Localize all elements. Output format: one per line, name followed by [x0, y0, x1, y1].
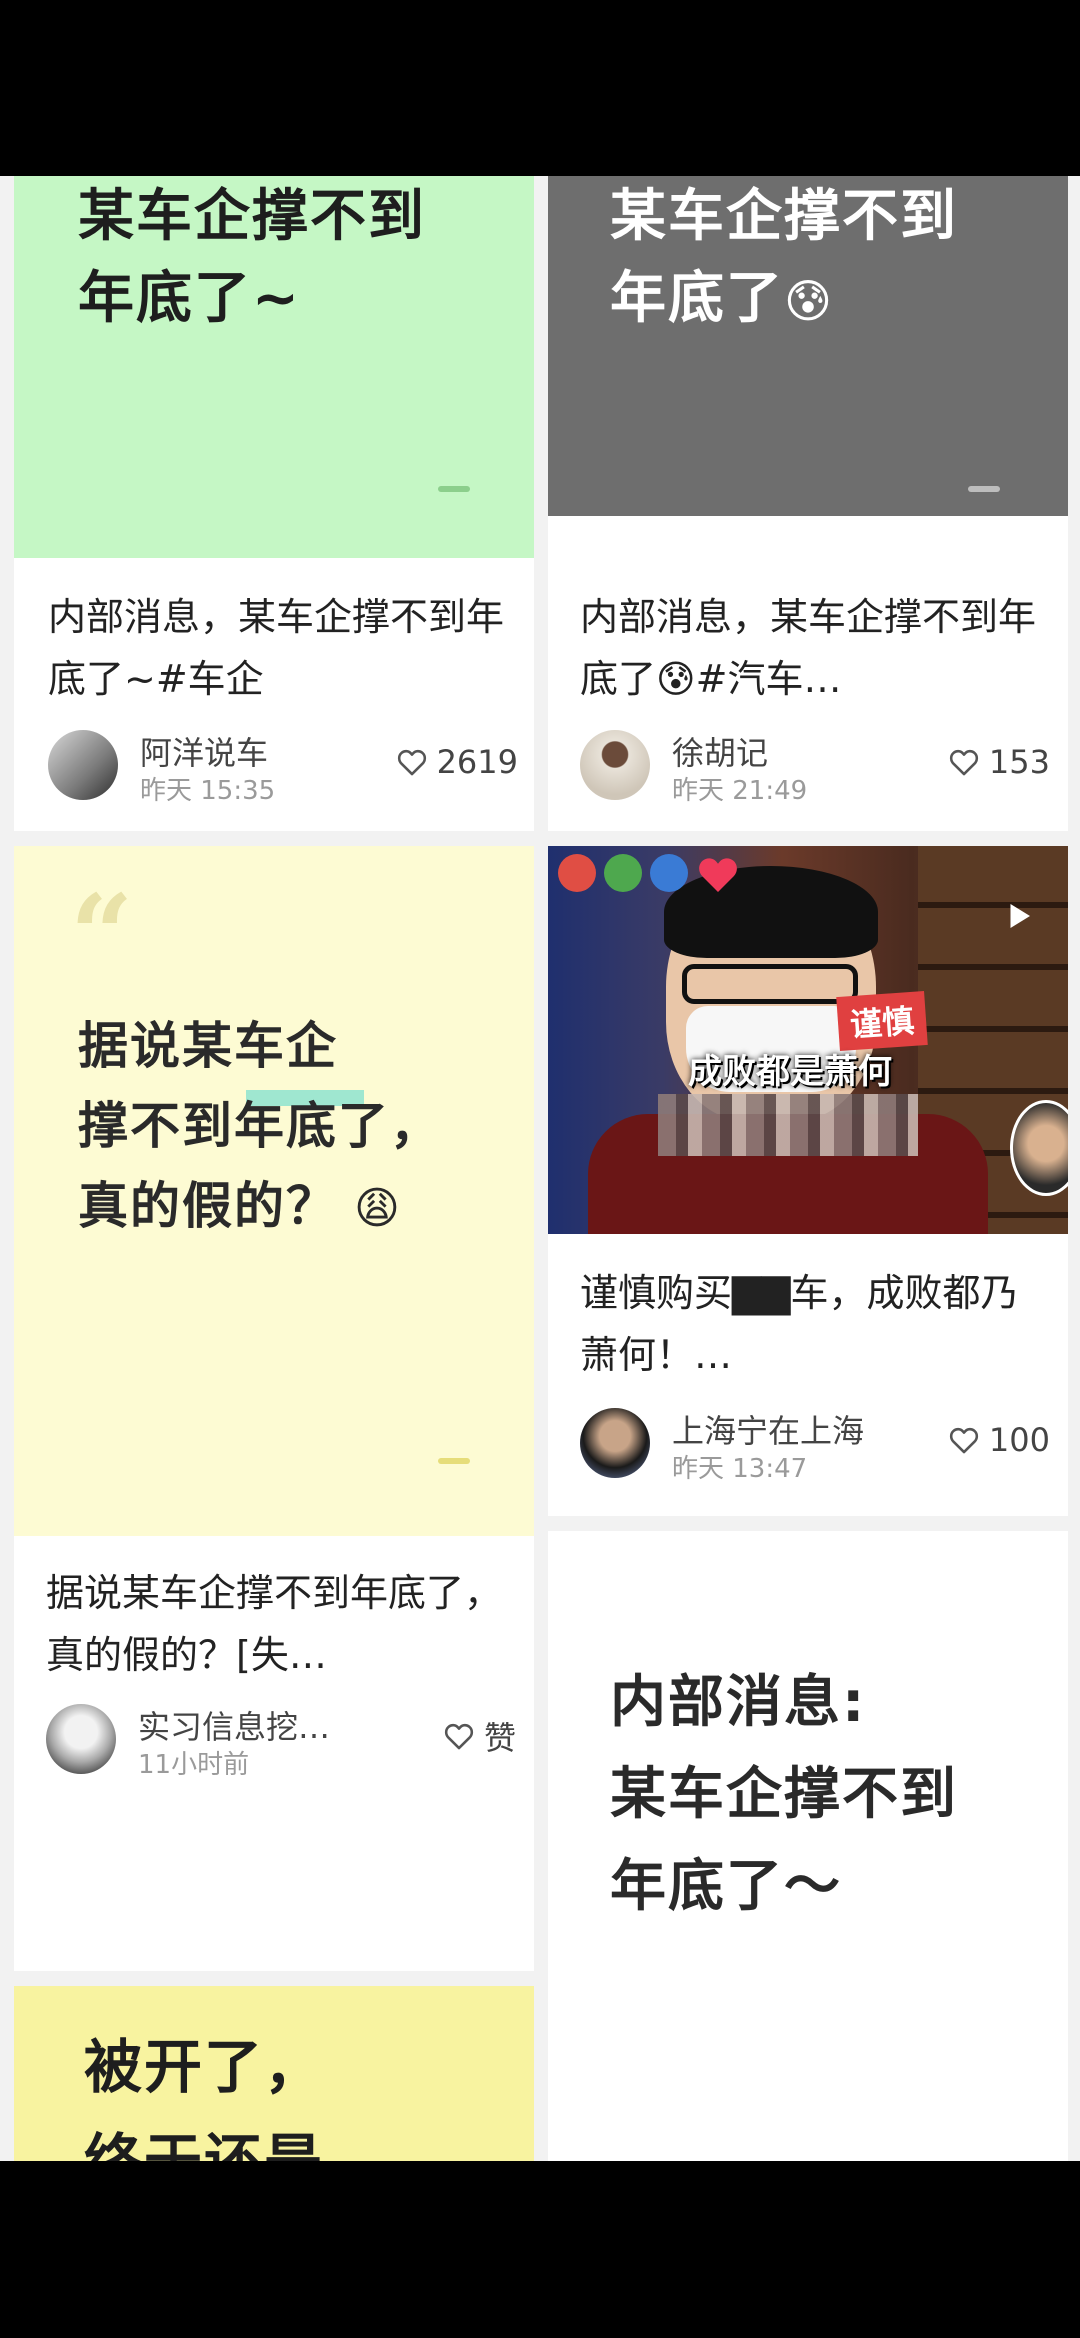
- glasses: [682, 964, 858, 1004]
- like-button[interactable]: 100: [947, 1420, 1050, 1460]
- navigation-icon: [604, 854, 642, 892]
- post-card[interactable]: 某车企撑不到 年底了~ 内部消息，某车企撑不到年底了~#车企 阿洋说车 昨天 1…: [14, 176, 534, 831]
- author-name[interactable]: 徐胡记: [672, 728, 768, 774]
- post-card[interactable]: 内部消息: 某车企撑不到 年底了～: [548, 1531, 1068, 2161]
- heart-icon: [949, 1427, 979, 1454]
- post-card[interactable]: 某车企撑不到 年底了😰 内部消息，某车企撑不到年底了😰#汽车… 徐胡记 昨天 2…: [548, 176, 1068, 831]
- author-name[interactable]: 阿洋说车: [140, 728, 268, 774]
- like-button[interactable]: 153: [947, 742, 1050, 782]
- location-icon: [558, 854, 596, 892]
- like-count: 100: [988, 1421, 1050, 1459]
- avatar[interactable]: [580, 1408, 650, 1478]
- like-button[interactable]: 赞: [442, 1716, 516, 1757]
- heart-sticker-icon: [699, 858, 737, 892]
- heart-icon: [949, 749, 979, 776]
- anxious-face-icon: 😰: [784, 274, 834, 328]
- post-cover[interactable]: 被开了， 终于还是 撑不到年底: [14, 1986, 534, 2161]
- post-title[interactable]: 内部消息，某车企撑不到年底了~#车企: [48, 586, 518, 710]
- post-card[interactable]: 谨慎 成败都是萧何 谨慎购买▇▇车，成败都乃萧何！… 上海宁在上海 昨天 13:…: [548, 846, 1068, 1516]
- like-count: 153: [988, 743, 1050, 781]
- avatar[interactable]: [580, 730, 650, 800]
- like-count: 2619: [436, 743, 518, 781]
- cover-text[interactable]: 内部消息: 某车企撑不到 年底了～: [610, 1657, 958, 1933]
- heart-icon: [397, 749, 426, 776]
- video-cover[interactable]: 谨慎 成败都是萧何: [548, 846, 1068, 1234]
- author-row[interactable]: 上海宁在上海 昨天 13:47 100: [580, 1402, 1050, 1484]
- post-time: 11小时前: [138, 1750, 250, 1780]
- bottom-bar: [0, 2161, 1080, 2338]
- author-row[interactable]: 实习信息挖… 11小时前 赞: [46, 1698, 516, 1780]
- cover-text: 被开了， 终于还是 撑不到年底: [84, 2033, 325, 2161]
- video-caption: 成败都是萧何: [688, 1052, 892, 1092]
- post-card[interactable]: “ 据说某车企 撑不到年底了， 真的假的？ 😩 据说某车企撑不到年底了，真的假的？…: [14, 846, 534, 1971]
- author-name[interactable]: 上海宁在上海: [672, 1406, 864, 1452]
- post-cover[interactable]: “ 据说某车企 撑不到年底了， 真的假的？ 😩: [14, 846, 534, 1536]
- play-icon[interactable]: [1000, 898, 1036, 934]
- cover-dash: [438, 486, 470, 492]
- cover-text: 据说某车企 撑不到年底了， 真的假的？ 😩: [78, 1006, 442, 1249]
- avatar[interactable]: [48, 730, 118, 800]
- post-cover[interactable]: 某车企撑不到 年底了😰: [548, 176, 1068, 516]
- quote-mark: “: [70, 870, 134, 999]
- cover-text: 某车企撑不到 年底了😰: [610, 176, 958, 342]
- heart-icon: [444, 1723, 474, 1750]
- cover-dash: [968, 486, 1000, 492]
- weary-face-icon: 😩: [354, 1183, 402, 1234]
- post-time: 昨天 15:35: [140, 776, 276, 806]
- avatar[interactable]: [46, 1704, 116, 1774]
- post-title[interactable]: 内部消息，某车企撑不到年底了😰#汽车…: [580, 586, 1050, 710]
- cover-dash: [438, 1458, 470, 1464]
- blurred-region: [658, 1094, 918, 1156]
- post-time: 昨天 13:47: [672, 1454, 808, 1484]
- post-title[interactable]: 据说某车企撑不到年底了，真的假的？[失…: [46, 1562, 516, 1686]
- video-tag: 谨慎: [836, 990, 928, 1052]
- cover-text: 某车企撑不到 年底了~: [78, 184, 426, 331]
- like-button[interactable]: 2619: [395, 742, 518, 782]
- bookmark-icon: [650, 854, 688, 892]
- post-title[interactable]: 谨慎购买▇▇车，成败都乃萧何！…: [580, 1262, 1050, 1386]
- post-cover[interactable]: 某车企撑不到 年底了~: [14, 176, 534, 558]
- post-time: 昨天 21:49: [672, 776, 808, 806]
- author-row[interactable]: 阿洋说车 昨天 15:35 2619: [48, 724, 518, 806]
- author-name[interactable]: 实习信息挖…: [138, 1702, 330, 1748]
- post-card[interactable]: 被开了， 终于还是 撑不到年底: [14, 1986, 534, 2161]
- feed: 某车企撑不到 年底了~ 内部消息，某车企撑不到年底了~#车企 阿洋说车 昨天 1…: [0, 176, 1080, 2161]
- like-count: 赞: [483, 1719, 516, 1757]
- author-row[interactable]: 徐胡记 昨天 21:49 153: [580, 724, 1050, 806]
